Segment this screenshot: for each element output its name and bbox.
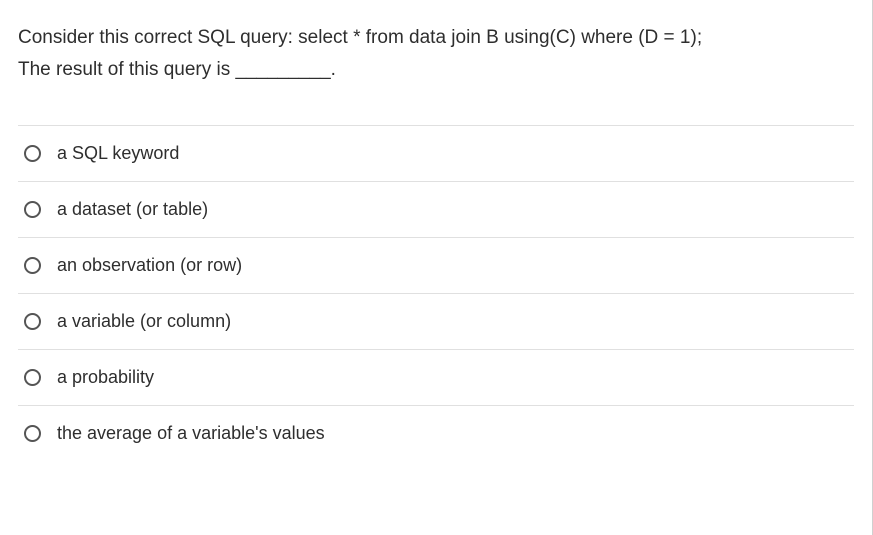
question-prompt: Consider this correct SQL query: select …: [18, 22, 854, 87]
radio-icon[interactable]: [24, 425, 41, 442]
question-line-2: The result of this query is _________.: [18, 59, 336, 80]
option-row-3[interactable]: a variable (or column): [18, 294, 854, 350]
radio-icon[interactable]: [24, 257, 41, 274]
option-row-4[interactable]: a probability: [18, 350, 854, 406]
option-label: a dataset (or table): [57, 199, 208, 220]
option-label: a SQL keyword: [57, 143, 179, 164]
option-row-2[interactable]: an observation (or row): [18, 238, 854, 294]
radio-icon[interactable]: [24, 313, 41, 330]
question-line-1: Consider this correct SQL query: select …: [18, 27, 702, 48]
option-label: a probability: [57, 367, 154, 388]
option-label: an observation (or row): [57, 255, 242, 276]
question-container: Consider this correct SQL query: select …: [0, 0, 873, 535]
radio-icon[interactable]: [24, 369, 41, 386]
option-row-5[interactable]: the average of a variable's values: [18, 406, 854, 461]
options-list: a SQL keyword a dataset (or table) an ob…: [18, 125, 854, 461]
option-label: the average of a variable's values: [57, 423, 325, 444]
radio-icon[interactable]: [24, 145, 41, 162]
option-row-0[interactable]: a SQL keyword: [18, 126, 854, 182]
radio-icon[interactable]: [24, 201, 41, 218]
option-row-1[interactable]: a dataset (or table): [18, 182, 854, 238]
option-label: a variable (or column): [57, 311, 231, 332]
